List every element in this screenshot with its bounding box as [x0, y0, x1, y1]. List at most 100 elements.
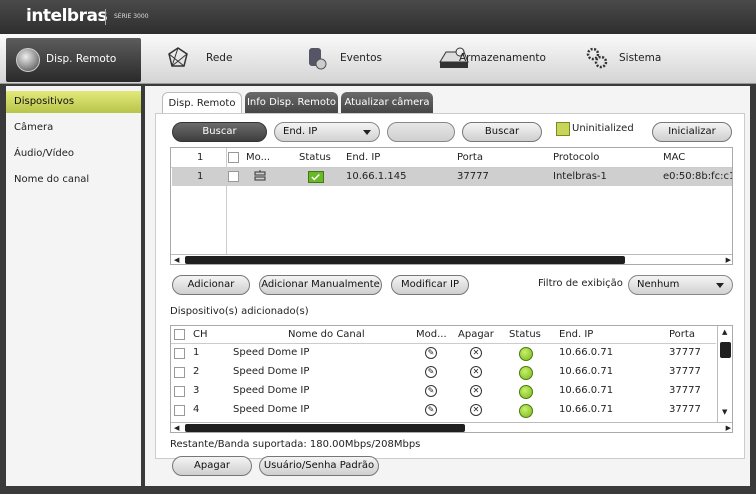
row-ip: 10.66.0.71 — [559, 366, 614, 377]
menu-eventos-label: Eventos — [340, 52, 382, 64]
scroll-left-icon[interactable]: ◀ — [174, 256, 179, 264]
apagar-button[interactable]: Apagar — [172, 456, 252, 476]
sidebar-item-dispositivos[interactable]: Dispositivos — [6, 91, 141, 113]
status-online-icon — [519, 385, 533, 399]
delete-icon[interactable]: ✕ — [470, 385, 482, 397]
row-checkbox[interactable] — [174, 348, 185, 359]
tab-atualizar-camera[interactable]: Atualizar câmera — [341, 92, 433, 114]
menu-disp-remoto-label: Disp. Remoto — [46, 53, 117, 65]
header-index: 1 — [197, 152, 204, 163]
menu-sistema-label: Sistema — [619, 52, 662, 64]
select-all-checkbox[interactable] — [228, 152, 239, 163]
display-filter-value: Nenhum — [637, 279, 680, 290]
row-porta: 37777 — [669, 404, 701, 415]
edit-icon[interactable]: ✎ — [425, 347, 437, 359]
bandwidth-info: Restante/Banda suportada: 180.00Mbps/208… — [170, 439, 421, 450]
row-checkbox[interactable] — [174, 405, 185, 416]
scroll-left-icon[interactable]: ◀ — [174, 424, 179, 432]
scroll-right-icon[interactable]: ▶ — [726, 256, 731, 264]
edit-icon[interactable]: ✎ — [425, 404, 437, 416]
buscar-dark-button[interactable]: Buscar — [172, 122, 267, 142]
row-ip: 10.66.0.71 — [559, 385, 614, 396]
delete-icon[interactable]: ✕ — [470, 404, 482, 416]
modificar-ip-button[interactable]: Modificar IP — [391, 275, 469, 295]
logo-divider — [105, 9, 106, 25]
uninitialized-checkbox[interactable] — [556, 122, 570, 136]
found-table-horizontal-scrollbar[interactable]: ◀ ▶ — [171, 254, 732, 264]
row-porta: 37777 — [669, 347, 701, 358]
table-row[interactable]: 4 Speed Dome IP ✎ ✕ 10.66.0.71 37777 — [171, 402, 716, 420]
sidebar-item-audio-video[interactable]: Áudio/Vídeo — [6, 143, 141, 165]
header-porta: Porta — [457, 152, 483, 163]
header-apagar: Apagar — [458, 329, 494, 340]
row-porta: 37777 — [669, 385, 701, 396]
menu-armazenamento[interactable]: Armazenamento — [438, 34, 558, 84]
select-all-added-checkbox[interactable] — [174, 329, 185, 340]
buscar-button[interactable]: Buscar — [462, 122, 542, 142]
table-row[interactable]: 2 Speed Dome IP ✎ ✕ 10.66.0.71 37777 — [171, 364, 716, 382]
scroll-down-icon[interactable]: ▼ — [722, 408, 727, 416]
added-table-horizontal-scrollbar[interactable]: ◀ ▶ — [171, 422, 732, 432]
chevron-down-icon — [363, 130, 371, 135]
row-checkbox[interactable] — [228, 171, 239, 182]
row-ch: 4 — [193, 404, 200, 415]
search-input[interactable] — [387, 122, 455, 142]
status-ok-icon — [308, 171, 324, 183]
menu-armazenamento-label: Armazenamento — [459, 52, 546, 64]
scroll-right-icon[interactable]: ▶ — [726, 424, 731, 432]
display-filter-select[interactable]: Nenhum — [628, 275, 733, 295]
header-ch: CH — [193, 329, 208, 340]
added-table-vertical-scrollbar[interactable]: ▲ ▼ — [717, 326, 732, 422]
events-icon — [309, 48, 327, 70]
header-status: Status — [299, 152, 331, 163]
menu-rede[interactable]: Rede — [160, 34, 270, 84]
header-ip: End. IP — [559, 329, 594, 340]
row-checkbox[interactable] — [174, 386, 185, 397]
row-ch: 2 — [193, 366, 200, 377]
header-ip: End. IP — [346, 152, 381, 163]
row-porta: 37777 — [669, 366, 701, 377]
header-mod: Mod... — [416, 329, 447, 340]
delete-icon[interactable]: ✕ — [470, 366, 482, 378]
delete-icon[interactable]: ✕ — [470, 347, 482, 359]
found-devices-table: 1 Mo... Status End. IP Porta Protocolo M… — [170, 147, 733, 265]
edit-icon[interactable]: ✎ — [425, 366, 437, 378]
sidebar-item-camera[interactable]: Câmera — [6, 117, 141, 139]
table-row[interactable]: 1 Speed Dome IP ✎ ✕ 10.66.0.71 37777 — [171, 345, 716, 363]
filter-label: Filtro de exibição — [538, 278, 623, 289]
inicializar-button[interactable]: Inicializar — [652, 122, 732, 142]
adicionar-manualmente-button[interactable]: Adicionar Manualmente — [259, 275, 382, 295]
scrollbar-thumb[interactable] — [185, 256, 625, 264]
usuario-senha-button[interactable]: Usuário/Senha Padrão — [259, 456, 379, 476]
row-name: Speed Dome IP — [233, 347, 310, 358]
added-devices-table: CH Nome do Canal Mod... Apagar Status En… — [170, 325, 733, 433]
scroll-up-icon[interactable]: ▲ — [722, 328, 727, 336]
row-ip: 10.66.0.71 — [559, 404, 614, 415]
row-ch: 3 — [193, 385, 200, 396]
scrollbar-thumb[interactable] — [720, 342, 731, 358]
tab-info-disp-remoto[interactable]: Info Disp. Remoto — [245, 92, 338, 114]
search-filter-select[interactable]: End. IP — [274, 122, 380, 142]
row-porta: 37777 — [457, 171, 489, 182]
added-devices-title: Dispositivo(s) adicionado(s) — [170, 306, 309, 317]
row-protocolo: Intelbras-1 — [553, 171, 607, 182]
tab-disp-remoto[interactable]: Disp. Remoto — [162, 92, 242, 114]
sidebar-item-nome-do-canal[interactable]: Nome do canal — [6, 169, 141, 191]
menu-eventos[interactable]: Eventos — [298, 34, 408, 84]
top-bar: intelbras SÉRIE 3000 — [0, 0, 756, 34]
status-online-icon — [519, 347, 533, 361]
header-mac: MAC — [663, 152, 686, 163]
scrollbar-thumb[interactable] — [185, 424, 465, 432]
remote-device-icon — [16, 48, 40, 72]
table-row[interactable]: 3 Speed Dome IP ✎ ✕ 10.66.0.71 37777 — [171, 383, 716, 401]
row-ip: 10.66.0.71 — [559, 347, 614, 358]
table-row[interactable]: 1 10.66.1.145 37777 Intelbras-1 e0:50:8b… — [172, 168, 732, 186]
row-checkbox[interactable] — [174, 367, 185, 378]
adicionar-button[interactable]: Adicionar — [172, 275, 250, 295]
menu-sistema[interactable]: Sistema — [585, 34, 695, 84]
edit-icon[interactable]: ✎ — [425, 385, 437, 397]
header-nome-canal: Nome do Canal — [288, 329, 365, 340]
header-protocolo: Protocolo — [553, 152, 600, 163]
search-filter-value: End. IP — [283, 126, 318, 137]
menu-disp-remoto[interactable]: Disp. Remoto — [6, 38, 141, 82]
